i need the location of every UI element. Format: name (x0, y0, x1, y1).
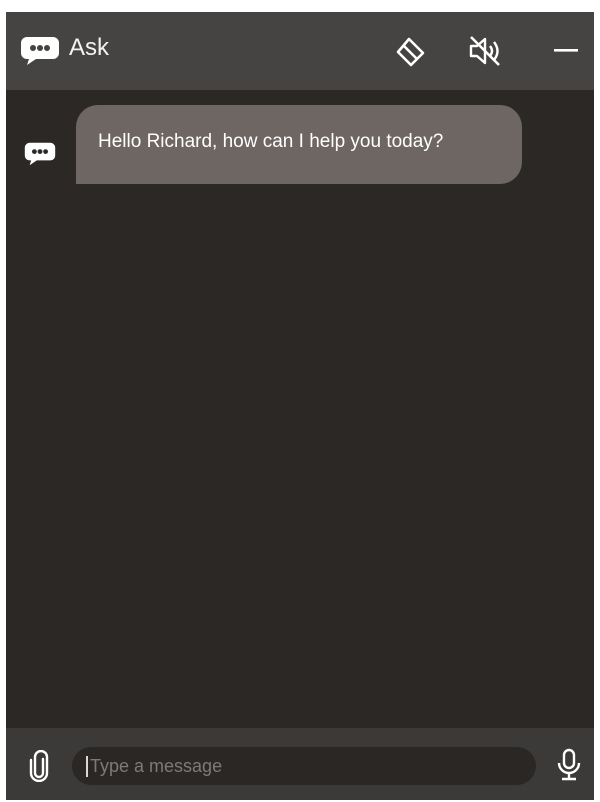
message-input[interactable] (90, 751, 510, 781)
header-bar: Ask (6, 12, 594, 90)
bot-message-text: Hello Richard, how can I help you today? (98, 131, 444, 152)
bot-message-bubble: Hello Richard, how can I help you today? (76, 105, 522, 184)
paperclip-icon[interactable] (29, 749, 49, 787)
eraser-icon[interactable] (395, 36, 427, 73)
chat-window: Ask Hello Richard, how can I help you to… (6, 12, 594, 800)
chat-bubble-icon (24, 141, 56, 172)
composer-bar (6, 728, 594, 800)
chat-messages-area: Hello Richard, how can I help you today? (6, 90, 594, 728)
microphone-icon[interactable] (556, 748, 582, 787)
minimize-icon[interactable] (554, 39, 578, 64)
message-input-box[interactable] (72, 747, 536, 785)
text-cursor (86, 756, 88, 777)
window-title: Ask (69, 34, 110, 61)
speaker-muted-icon[interactable] (468, 34, 506, 73)
chat-bubble-icon (20, 36, 60, 71)
